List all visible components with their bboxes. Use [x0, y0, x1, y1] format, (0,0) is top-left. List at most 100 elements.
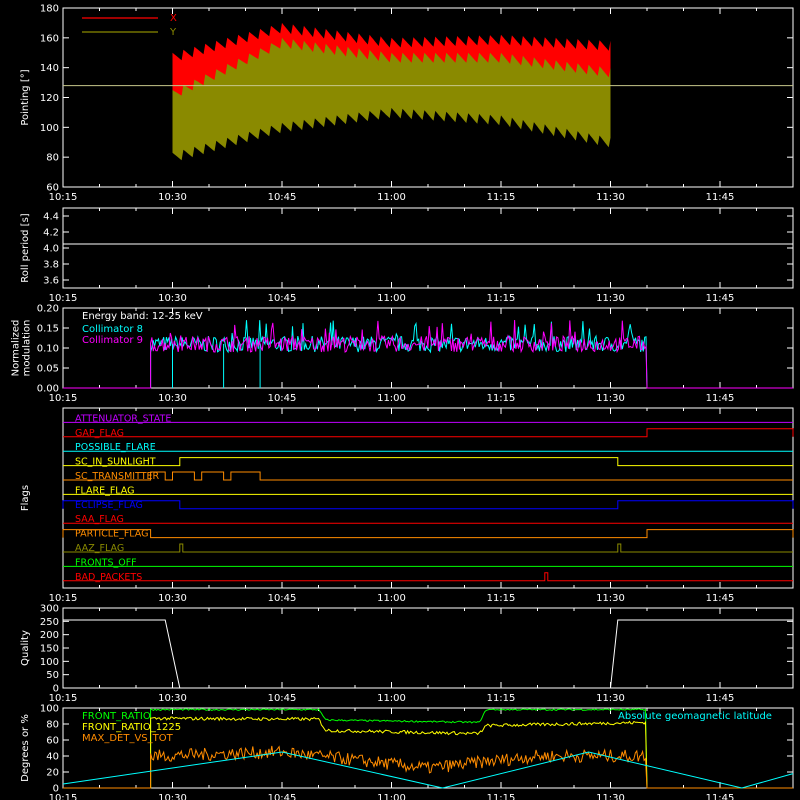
- y-axis-label: Degrees or %: [20, 714, 31, 782]
- legend-label: FRONT_RATIO: [82, 711, 151, 722]
- x-tick-label: 10:45: [268, 693, 297, 704]
- x-tick-label: 11:00: [377, 192, 406, 203]
- legend-label: Y: [169, 27, 177, 38]
- y-tick-label: 20: [46, 768, 59, 779]
- y-tick-label: 250: [40, 617, 59, 628]
- flag-label: SAA_FLAG: [75, 514, 124, 525]
- x-tick-label: 11:45: [706, 593, 735, 604]
- y-tick-label: 0.20: [37, 304, 59, 315]
- flag-label: AAZ_FLAG: [75, 543, 124, 554]
- flag-label: FRONTS_OFF: [75, 557, 137, 568]
- y-tick-label: 4.0: [43, 244, 59, 255]
- legend-label: FRONT_RATIO_1225: [82, 722, 181, 733]
- x-tick-label: 10:30: [158, 393, 187, 404]
- x-tick-label: 11:15: [487, 192, 516, 203]
- x-tick-label: 10:15: [49, 693, 78, 704]
- x-tick-label: 11:00: [377, 293, 406, 304]
- legend-label-geomagnetic-latitude: Absolute geomagnetic latitude: [618, 711, 772, 722]
- x-tick-label: 11:15: [487, 793, 516, 800]
- x-tick-label: 11:45: [706, 293, 735, 304]
- x-tick-label: 10:45: [268, 192, 297, 203]
- y-tick-label: 4.2: [43, 228, 59, 239]
- y-tick-label: 3.6: [43, 276, 59, 287]
- y-axis-label: Pointing [°]: [20, 69, 31, 125]
- x-tick-label: 11:00: [377, 693, 406, 704]
- flag-label: ECLIPSE_FLAG: [75, 500, 143, 511]
- y-tick-label: 80: [46, 720, 59, 731]
- x-tick-label: 10:30: [158, 693, 187, 704]
- rhessi-quicklook-figure: 10:15 10:30 10:45 11:00 11:15 11:30 11:45 60 80 1…: [0, 0, 800, 800]
- x-tick-label: 10:15: [49, 393, 78, 404]
- y-axis-label: modulation: [22, 320, 33, 377]
- y-tick-label: 0.15: [37, 324, 59, 335]
- x-tick-label: 10:45: [268, 293, 297, 304]
- y-tick-label: 60: [46, 736, 59, 747]
- x-tick-label: 11:30: [596, 693, 625, 704]
- x-tick-label: 11:30: [596, 793, 625, 800]
- x-tick-label: 11:15: [487, 693, 516, 704]
- y-tick-label: 100: [40, 123, 59, 134]
- y-tick-label: 0.05: [37, 364, 59, 375]
- x-tick-label: 11:00: [377, 393, 406, 404]
- y-tick-label: 0.10: [37, 344, 59, 355]
- legend-label: MAX_DET_VS_TOT: [82, 733, 174, 744]
- flag-label: POSSIBLE_FLARE: [75, 442, 156, 453]
- y-tick-label: 200: [40, 630, 59, 641]
- legend-label: X: [170, 13, 177, 24]
- x-tick-label: 11:45: [706, 793, 735, 800]
- y-axis-label: Quality: [20, 630, 31, 666]
- x-tick-label: 10:15: [49, 293, 78, 304]
- y-tick-label: 150: [40, 644, 59, 655]
- x-tick-label: 10:15: [49, 593, 78, 604]
- x-tick-label: 11:15: [487, 293, 516, 304]
- x-tick-label: 11:30: [596, 393, 625, 404]
- y-tick-label: 50: [46, 670, 59, 681]
- y-tick-label: 80: [46, 153, 59, 164]
- legend-label: Collimator 8: [82, 324, 143, 335]
- flag-label: SC_TRANSMITTER: [75, 471, 160, 482]
- y-tick-label: 160: [40, 33, 59, 44]
- y-axis-label: Normalized: [11, 320, 22, 377]
- x-tick-label: 11:00: [377, 593, 406, 604]
- flag-label: PARTICLE_FLAG: [75, 529, 148, 540]
- x-tick-label: 11:45: [706, 393, 735, 404]
- x-tick-label: 10:30: [158, 793, 187, 800]
- annotation-energy-band: Energy band: 12-25 keV: [82, 311, 203, 322]
- y-tick-label: 180: [40, 4, 59, 15]
- x-tick-label: 10:30: [158, 192, 187, 203]
- y-tick-label: 100: [40, 704, 59, 715]
- y-tick-label: 100: [40, 657, 59, 668]
- y-axis-label: Roll period [s]: [20, 213, 31, 282]
- x-tick-label: 10:45: [268, 793, 297, 800]
- flag-label: SC_IN_SUNLIGHT: [75, 457, 156, 468]
- y-tick-label: 300: [40, 604, 59, 615]
- x-tick-label: 11:45: [706, 693, 735, 704]
- flag-label: GAP_FLAG: [75, 428, 124, 439]
- y-tick-label: 60: [46, 183, 59, 194]
- x-tick-label: 10:45: [268, 593, 297, 604]
- y-tick-label: 4.4: [43, 212, 59, 223]
- x-tick-label: 11:00: [377, 793, 406, 800]
- x-tick-label: 11:30: [596, 593, 625, 604]
- flag-label: ATTENUATOR_STATE: [75, 413, 171, 424]
- y-tick-label: 0.00: [37, 384, 59, 395]
- x-tick-label: 10:30: [158, 593, 187, 604]
- flag-label: FLARE_FLAG: [75, 485, 135, 496]
- x-tick-label: 11:15: [487, 393, 516, 404]
- y-axis-label: Flags: [20, 485, 31, 511]
- x-tick-label: 10:30: [158, 293, 187, 304]
- y-tick-label: 3.8: [43, 260, 59, 271]
- legend-label: Collimator 9: [82, 335, 143, 346]
- y-tick-label: 140: [40, 63, 59, 74]
- y-tick-label: 40: [46, 752, 59, 763]
- x-tick-label: 10:15: [49, 192, 78, 203]
- x-tick-label: 11:30: [596, 293, 625, 304]
- x-tick-label: 11:15: [487, 593, 516, 604]
- y-tick-label: 0: [53, 684, 59, 695]
- x-tick-label: 11:45: [706, 192, 735, 203]
- x-tick-label: 10:45: [268, 393, 297, 404]
- y-tick-label: 120: [40, 93, 59, 104]
- x-tick-label: 11:30: [596, 192, 625, 203]
- flag-label: BAD_PACKETS: [75, 572, 142, 583]
- y-tick-label: 0: [53, 784, 59, 795]
